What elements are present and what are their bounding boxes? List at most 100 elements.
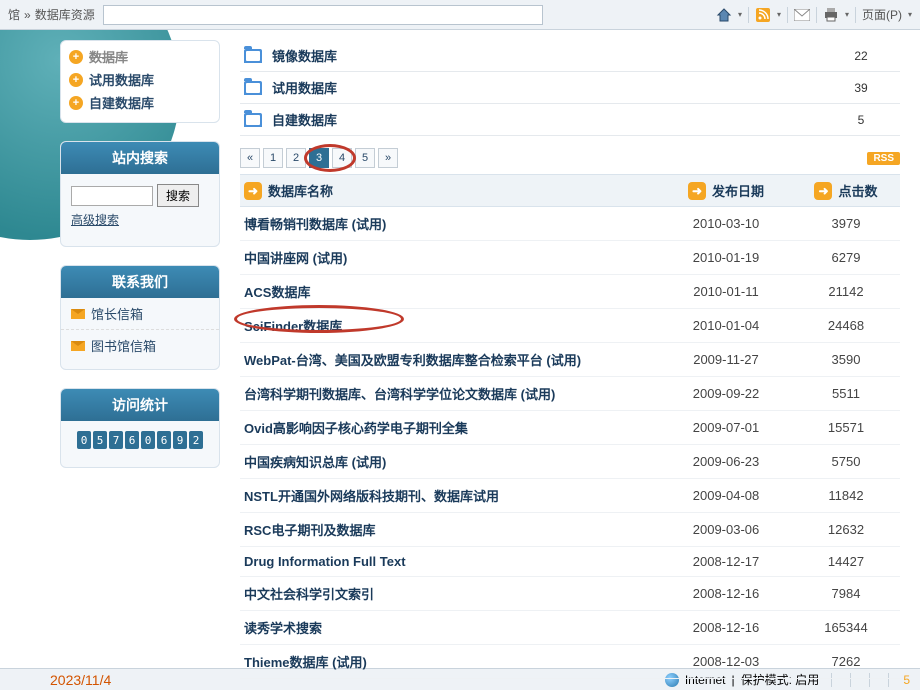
table-row: 中国讲座网 (试用) 2010-01-196279 <box>240 241 900 275</box>
col-hits-header[interactable]: 点击数 <box>838 181 877 200</box>
publish-date: 2008-12-03 <box>656 652 796 671</box>
visit-counter: 05760692 <box>61 421 219 459</box>
dropdown-icon[interactable]: ▾ <box>738 10 742 19</box>
dropdown-icon[interactable]: ▾ <box>777 10 781 19</box>
page-link[interactable]: » <box>378 148 398 168</box>
db-link[interactable]: Thieme数据库 (试用) <box>244 652 367 671</box>
search-button[interactable]: 搜索 <box>157 184 199 207</box>
dropdown-icon[interactable]: ▾ <box>908 10 912 19</box>
publish-date: 2008-12-16 <box>656 584 796 603</box>
table-row: Drug Information Full Text2008-12-171442… <box>240 547 900 577</box>
page-link[interactable]: 1 <box>263 148 283 168</box>
divider <box>787 7 788 23</box>
counter-digit: 9 <box>173 431 187 449</box>
address-box[interactable] <box>103 5 543 25</box>
counter-digit: 7 <box>109 431 123 449</box>
counter-digit: 2 <box>189 431 203 449</box>
counter-digit: 6 <box>125 431 139 449</box>
arrow-icon: ➜ <box>244 182 262 200</box>
page-link[interactable]: 5 <box>355 148 375 168</box>
db-link[interactable]: WebPat-台湾、美国及欧盟专利数据库整合检索平台 (试用) <box>244 350 581 369</box>
hit-count: 6279 <box>796 248 896 267</box>
col-date-header[interactable]: 发布日期 <box>712 181 764 200</box>
db-link[interactable]: Ovid高影响因子核心药学电子期刊全集 <box>244 418 468 437</box>
hit-count: 24468 <box>796 316 896 335</box>
contact-link[interactable]: 图书馆信箱 <box>61 329 219 361</box>
category-row: 镜像数据库22 <box>240 40 900 72</box>
search-panel: 站内搜索 搜索 高级搜索 <box>60 141 220 247</box>
col-name-header[interactable]: 数据库名称 <box>268 181 333 200</box>
breadcrumb-part[interactable]: 数据库资源 <box>35 6 95 23</box>
print-icon[interactable] <box>823 7 839 23</box>
contact-label: 馆长信箱 <box>91 304 143 323</box>
db-link[interactable]: 中文社会科学引文索引 <box>244 584 374 603</box>
counter-digit: 6 <box>157 431 171 449</box>
table-row: Ovid高影响因子核心药学电子期刊全集2009-07-0115571 <box>240 411 900 445</box>
mail-icon <box>71 341 85 351</box>
db-link[interactable]: NSTL开通国外网络版科技期刊、数据库试用 <box>244 486 499 505</box>
arrow-icon: ➜ <box>814 182 832 200</box>
contact-link[interactable]: 馆长信箱 <box>61 298 219 329</box>
sidebar-item[interactable]: +数据库 <box>69 45 211 68</box>
sidebar-item[interactable]: +试用数据库 <box>69 68 211 91</box>
publish-date: 2008-12-16 <box>656 618 796 637</box>
db-link[interactable]: Drug Information Full Text <box>244 554 406 569</box>
category-link[interactable]: 自建数据库 <box>272 110 826 129</box>
page-link[interactable]: 4 <box>332 148 352 168</box>
publish-date: 2010-01-19 <box>656 248 796 267</box>
db-link[interactable]: 台湾科学期刊数据库、台湾科学学位论文数据库 (试用) <box>244 384 555 403</box>
search-input[interactable] <box>71 186 153 206</box>
table-row: SciFinder数据库 2010-01-0424468 <box>240 309 900 343</box>
folder-icon <box>244 81 262 95</box>
panel-title: 联系我们 <box>61 266 219 298</box>
page-menu[interactable]: 页面(P) <box>862 6 902 23</box>
category-link[interactable]: 镜像数据库 <box>272 46 826 65</box>
hit-count: 14427 <box>796 554 896 569</box>
db-link[interactable]: RSC电子期刊及数据库 <box>244 520 375 539</box>
publish-date: 2010-01-11 <box>656 282 796 301</box>
table-row: 博看畅销刊数据库 (试用)2010-03-103979 <box>240 207 900 241</box>
home-icon[interactable] <box>716 7 732 23</box>
db-link[interactable]: 中国讲座网 (试用) <box>244 248 347 267</box>
rss-icon[interactable] <box>755 7 771 23</box>
page-link[interactable]: « <box>240 148 260 168</box>
hit-count: 21142 <box>796 282 896 301</box>
hit-count: 15571 <box>796 418 896 437</box>
browser-toolbar: 馆 » 数据库资源 ▾ ▾ ▾ 页面(P)▾ <box>0 0 920 30</box>
plus-icon: + <box>69 73 83 87</box>
table-row: 中文社会科学引文索引 2008-12-167984 <box>240 577 900 611</box>
table-row: RSC电子期刊及数据库 2009-03-0612632 <box>240 513 900 547</box>
hit-count: 11842 <box>796 486 896 505</box>
db-link[interactable]: ACS数据库 <box>244 282 310 301</box>
page-link[interactable]: 3 <box>309 148 329 168</box>
page-link[interactable]: 2 <box>286 148 306 168</box>
rss-badge[interactable]: RSS <box>867 152 900 165</box>
divider <box>855 7 856 23</box>
mail-icon[interactable] <box>794 7 810 23</box>
divider <box>816 7 817 23</box>
publish-date: 2009-03-06 <box>656 520 796 539</box>
category-link[interactable]: 试用数据库 <box>272 78 826 97</box>
panel-title: 站内搜索 <box>61 142 219 174</box>
table-row: 台湾科学期刊数据库、台湾科学学位论文数据库 (试用)2009-09-225511 <box>240 377 900 411</box>
publish-date: 2010-01-04 <box>656 316 796 335</box>
hit-count: 12632 <box>796 520 896 539</box>
publish-date: 2009-09-22 <box>656 384 796 403</box>
hit-count: 7262 <box>796 652 896 671</box>
breadcrumb-part: 馆 <box>8 6 20 23</box>
hit-count: 3979 <box>796 214 896 233</box>
db-link[interactable]: 博看畅销刊数据库 (试用) <box>244 214 386 233</box>
divider <box>748 7 749 23</box>
folder-icon <box>244 113 262 127</box>
db-link[interactable]: 读秀学术搜索 <box>244 618 322 637</box>
db-link[interactable]: SciFinder数据库 <box>244 316 342 335</box>
hit-count: 165344 <box>796 618 896 637</box>
dropdown-icon[interactable]: ▾ <box>845 10 849 19</box>
sidebar-item[interactable]: +自建数据库 <box>69 91 211 114</box>
contact-label: 图书馆信箱 <box>91 336 156 355</box>
table-row: NSTL开通国外网络版科技期刊、数据库试用2009-04-0811842 <box>240 479 900 513</box>
hit-count: 7984 <box>796 584 896 603</box>
advanced-search-link[interactable]: 高级搜索 <box>71 211 209 228</box>
db-link[interactable]: 中国疾病知识总库 (试用) <box>244 452 386 471</box>
category-count: 5 <box>826 113 896 127</box>
